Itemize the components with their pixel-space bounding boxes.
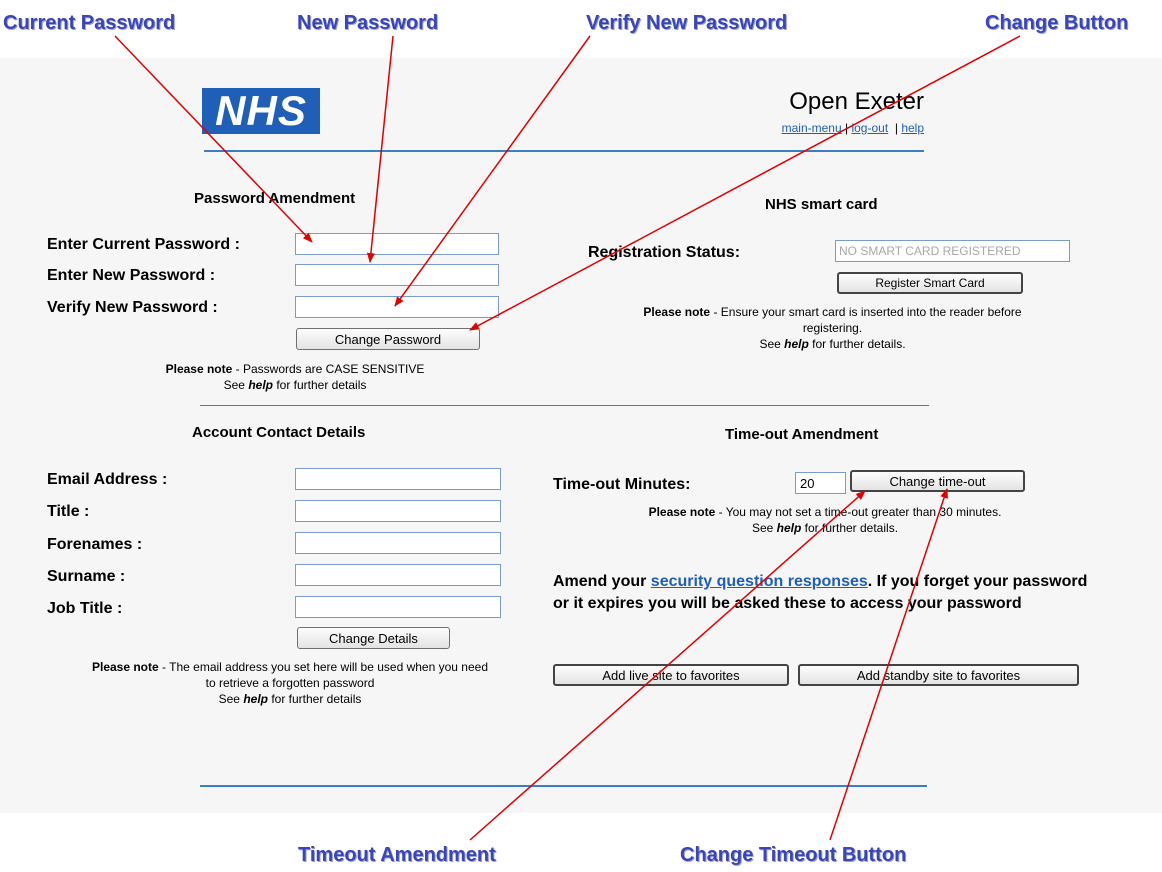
callout-new-password: New Password [297,12,439,34]
note-text: - You may not set a time-out greater tha… [715,505,1002,519]
callout-change-timeout-button: Change Timeout Button [680,844,907,866]
help-link[interactable]: help [901,121,924,135]
change-details-button[interactable]: Change Details [297,627,450,649]
verify-password-input[interactable] [295,296,499,318]
callout-change-button: Change Button [985,12,1129,34]
registration-status-field [835,240,1070,262]
help-emphasis: help [776,521,802,535]
forenames-label: Forenames : [47,536,143,553]
new-password-input[interactable] [295,264,499,286]
footer-divider [200,785,927,787]
current-password-label: Enter Current Password : [47,236,240,253]
security-text: Amend your [553,573,651,590]
note-label: Please note [643,305,711,319]
surname-input[interactable] [295,564,501,586]
note-text: See [759,337,785,351]
note-text: See [751,521,777,535]
title-label: Title : [47,503,90,520]
screenshot: Current Password New Password Verify New… [0,0,1162,872]
note-text: to retrieve a forgotten password [205,676,375,690]
timeout-minutes-input[interactable] [795,472,846,494]
log-out-link[interactable]: log-out [851,121,888,135]
note-label: Please note [91,660,159,674]
smart-card-note: Please note - Ensure your smart card is … [580,304,1085,352]
current-password-input[interactable] [295,233,499,255]
add-live-site-favorites-button[interactable]: Add live site to favorites [553,664,789,686]
callout-verify-new-password: Verify New Password [586,12,788,34]
password-note: Please note - Passwords are CASE SENSITI… [110,361,480,393]
link-separator: | [894,121,898,135]
note-text: for further details [267,692,362,706]
change-timeout-button[interactable]: Change time-out [850,470,1025,492]
email-input[interactable] [295,468,501,490]
register-smart-card-button[interactable]: Register Smart Card [837,272,1023,294]
note-text: registering. [802,321,863,335]
nhs-logo: NHS [202,88,320,134]
security-questions-text: Amend your security question responses. … [553,571,1093,615]
contact-note: Please note - The email address you set … [30,659,550,707]
verify-password-label: Verify New Password : [47,299,218,316]
registration-status-label: Registration Status: [588,244,741,261]
job-title-input[interactable] [295,596,501,618]
note-text: - Passwords are CASE SENSITIVE [232,362,425,376]
note-label: Please note [648,505,716,519]
section-divider [200,405,929,406]
account-contact-heading: Account Contact Details [192,424,366,441]
smart-card-heading: NHS smart card [765,196,878,213]
note-label: Please note [165,362,233,376]
forenames-input[interactable] [295,532,501,554]
help-emphasis: help [248,378,273,392]
new-password-label: Enter New Password : [47,267,216,284]
note-text: for further details. [808,337,906,351]
header-links: main-menu | log-out | help [700,121,924,135]
email-label: Email Address : [47,471,168,488]
note-text: - Ensure your smart card is inserted int… [710,305,1022,319]
callout-timeout-amendment: Timeout Amendment [298,844,496,866]
security-question-responses-link[interactable]: security question responses [651,573,868,590]
timeout-note: Please note - You may not set a time-out… [575,504,1075,536]
job-title-label: Job Title : [47,600,123,617]
header-divider [204,150,924,152]
timeout-minutes-label: Time-out Minutes: [553,476,691,493]
note-text: for further details. [801,521,899,535]
callout-current-password: Current Password [3,12,176,34]
site-title: Open Exeter [789,88,924,115]
password-amendment-heading: Password Amendment [194,190,356,207]
timeout-amendment-heading: Time-out Amendment [725,426,879,443]
surname-label: Surname : [47,568,126,585]
link-separator: | [845,121,849,135]
note-text: See [223,378,249,392]
help-emphasis: help [784,337,809,351]
main-menu-link[interactable]: main-menu [782,121,842,135]
change-password-button[interactable]: Change Password [296,328,480,350]
note-text: See [218,692,244,706]
note-text: - The email address you set here will be… [158,660,488,674]
title-input[interactable] [295,500,501,522]
add-standby-site-favorites-button[interactable]: Add standby site to favorites [798,664,1079,686]
help-emphasis: help [243,692,268,706]
note-text: for further details [272,378,367,392]
